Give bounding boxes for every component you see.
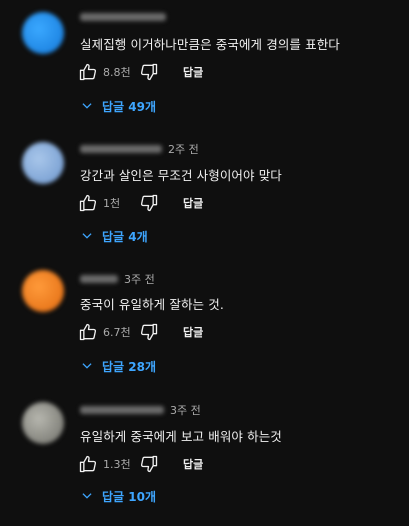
- view-replies-button[interactable]: 답글 10개: [80, 486, 156, 506]
- author-name-redacted[interactable]: [80, 145, 162, 153]
- replies-count-label: 답글 28개: [102, 359, 156, 374]
- comment-actions: 1천 답글: [78, 193, 203, 213]
- comment-text: 실제집행 이거하나만큼은 중국에게 경의를 표한다: [80, 37, 340, 52]
- like-button[interactable]: [78, 62, 98, 82]
- thumbs-down-icon: [140, 63, 158, 81]
- reply-button[interactable]: 답글: [183, 195, 203, 211]
- like-count: 1천: [103, 197, 121, 210]
- view-replies-button[interactable]: 답글 4개: [80, 226, 148, 246]
- comment-text: 유일하게 중국에게 보고 배워야 하는것: [80, 429, 282, 444]
- dislike-button[interactable]: [139, 193, 159, 213]
- like-button[interactable]: [78, 193, 98, 213]
- author-name-redacted[interactable]: [80, 406, 164, 414]
- reply-button[interactable]: 답글: [183, 324, 203, 340]
- thumbs-down-icon: [140, 455, 158, 473]
- thumbs-down-icon: [140, 194, 158, 212]
- thumbs-up-icon: [79, 455, 97, 473]
- dislike-button[interactable]: [139, 322, 159, 342]
- thumbs-up-icon: [79, 323, 97, 341]
- comment-text: 중국이 유일하게 잘하는 것.: [80, 297, 224, 312]
- comment-meta: 2주 전: [80, 142, 199, 156]
- like-button[interactable]: [78, 322, 98, 342]
- view-replies-button[interactable]: 답글 28개: [80, 356, 156, 376]
- replies-count-label: 답글 4개: [102, 229, 148, 244]
- chevron-down-icon: [82, 233, 92, 239]
- comment-time: 2주 전: [168, 143, 199, 156]
- comment-time: 3주 전: [124, 273, 155, 286]
- avatar[interactable]: [22, 402, 64, 444]
- replies-count-label: 답글 10개: [102, 489, 156, 504]
- like-count: 1.3천: [103, 458, 131, 471]
- comment-meta: 3주 전: [80, 403, 201, 417]
- comment-thread: 3주 전 중국이 유일하게 잘하는 것. 6.7천 답글 답글 28개: [0, 262, 409, 392]
- comment-thread: 2주 전 강간과 살인은 무조건 사형이어야 맞다 1천 답글 답글 4개: [0, 130, 409, 260]
- comment-thread: 실제집행 이거하나만큼은 중국에게 경의를 표한다 8.8천 답글 답글 49개: [0, 0, 409, 130]
- dislike-button[interactable]: [139, 454, 159, 474]
- reply-button[interactable]: 답글: [183, 64, 203, 80]
- like-count: 6.7천: [103, 326, 131, 339]
- comment-actions: 6.7천 답글: [78, 322, 203, 342]
- thumbs-up-icon: [79, 194, 97, 212]
- replies-count-label: 답글 49개: [102, 99, 156, 114]
- reply-button[interactable]: 답글: [183, 456, 203, 472]
- thumbs-down-icon: [140, 323, 158, 341]
- comment-thread: 3주 전 유일하게 중국에게 보고 배워야 하는것 1.3천 답글 답글 10개: [0, 392, 409, 522]
- chevron-down-icon: [82, 103, 92, 109]
- comment-actions: 8.8천 답글: [78, 62, 203, 82]
- like-button[interactable]: [78, 454, 98, 474]
- chevron-down-icon: [82, 363, 92, 369]
- chevron-down-icon: [82, 493, 92, 499]
- like-count: 8.8천: [103, 66, 131, 79]
- comment-text: 강간과 살인은 무조건 사형이어야 맞다: [80, 168, 282, 183]
- comment-actions: 1.3천 답글: [78, 454, 203, 474]
- comment-time: 3주 전: [170, 404, 201, 417]
- author-name-redacted[interactable]: [80, 13, 166, 21]
- view-replies-button[interactable]: 답글 49개: [80, 96, 156, 116]
- author-name-redacted[interactable]: [80, 275, 118, 283]
- comment-meta: 3주 전: [80, 272, 155, 286]
- avatar[interactable]: [22, 270, 64, 312]
- avatar[interactable]: [22, 142, 64, 184]
- dislike-button[interactable]: [139, 62, 159, 82]
- comment-meta: [80, 10, 172, 24]
- thumbs-up-icon: [79, 63, 97, 81]
- avatar[interactable]: [22, 12, 64, 54]
